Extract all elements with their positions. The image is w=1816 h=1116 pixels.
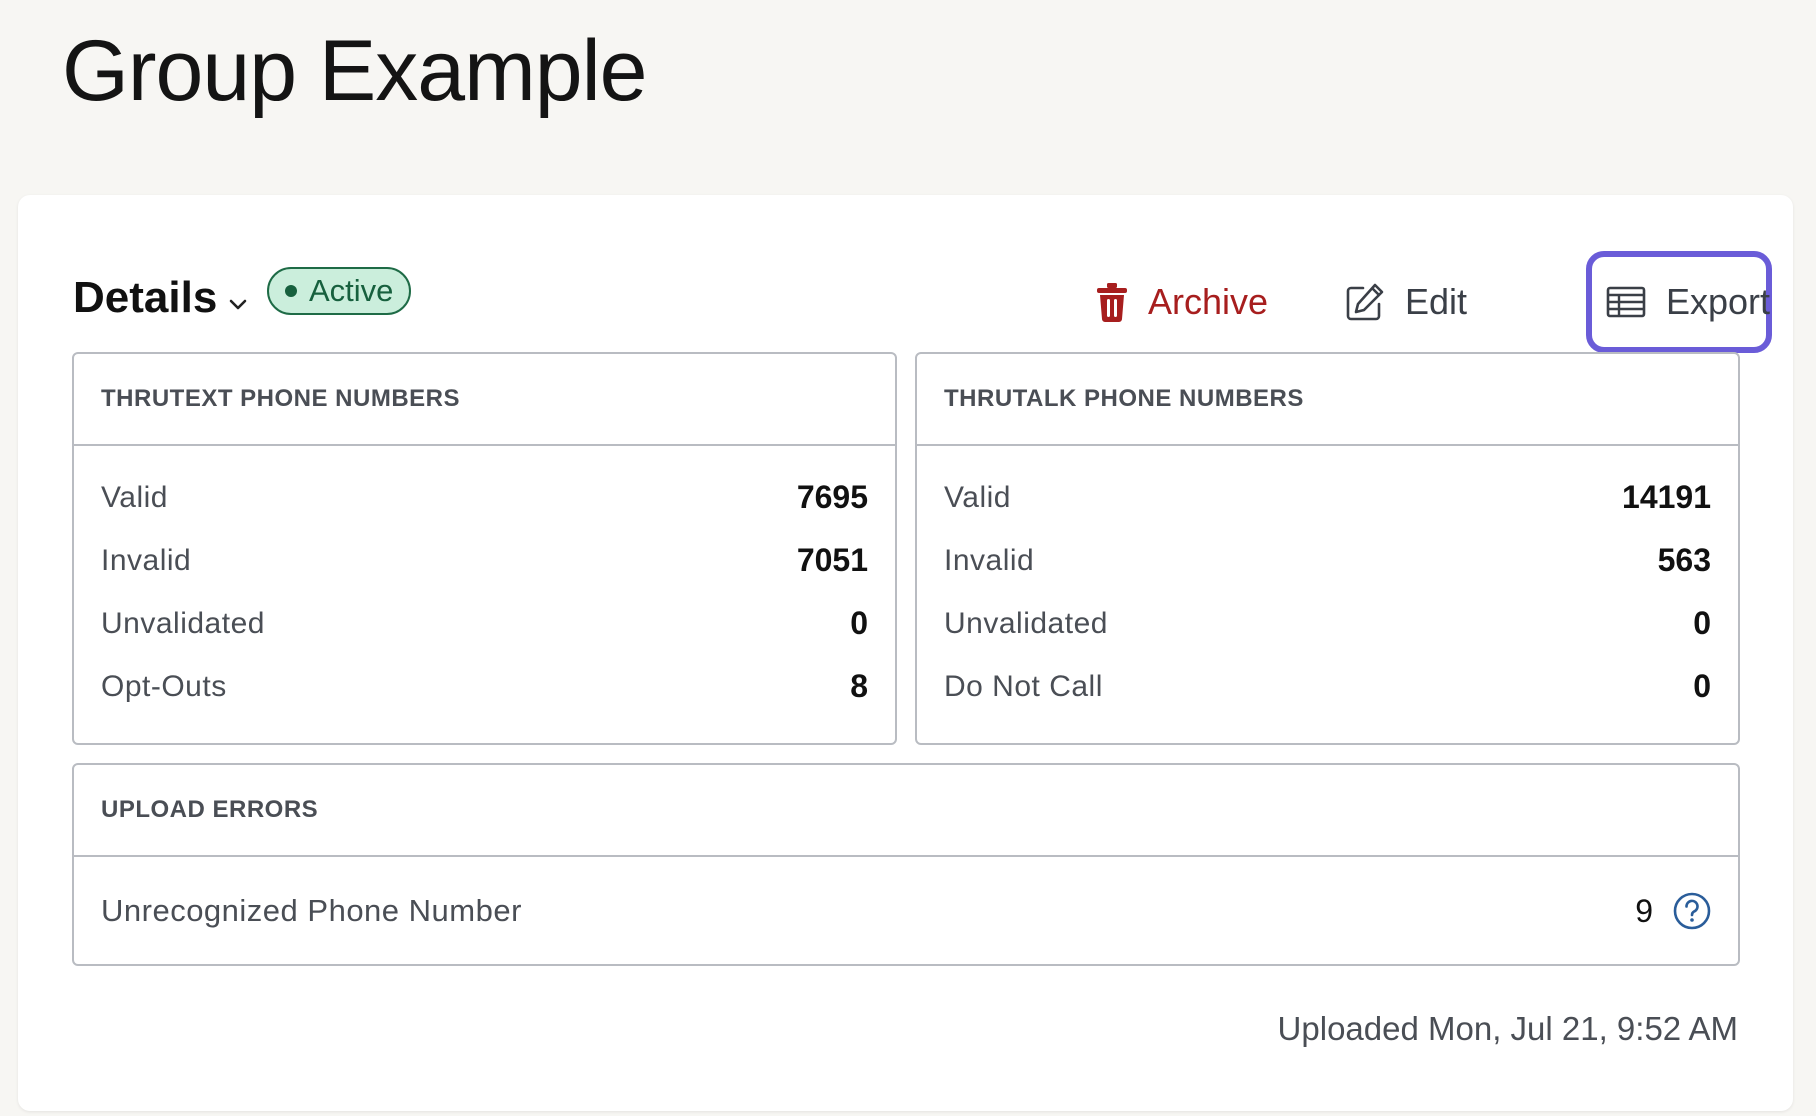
archive-button[interactable]: Archive — [1096, 251, 1268, 353]
table-row: Valid 14191 — [944, 466, 1711, 529]
export-button[interactable]: Export — [1586, 251, 1772, 353]
table-icon — [1606, 286, 1646, 318]
row-label: Valid — [101, 480, 168, 514]
table-row: Do Not Call 0 — [944, 655, 1711, 718]
row-label: Unvalidated — [101, 606, 265, 640]
uploaded-timestamp: Uploaded Mon, Jul 21, 9:52 AM — [1277, 1010, 1738, 1047]
table-row: Opt-Outs 8 — [101, 655, 868, 718]
thrutalk-heading: THRUTALK PHONE NUMBERS — [917, 354, 1738, 446]
row-value: 9 — [1635, 892, 1653, 929]
details-title[interactable]: Details — [73, 273, 217, 323]
upload-errors-panel: UPLOAD ERRORS Unrecognized Phone Number … — [72, 763, 1740, 966]
row-value: 8 — [850, 668, 868, 704]
row-value: 7695 — [796, 479, 868, 515]
table-row: Unrecognized Phone Number 9 — [74, 857, 1738, 965]
chevron-down-icon[interactable] — [225, 291, 251, 317]
row-label: Invalid — [101, 543, 192, 577]
status-dot — [285, 285, 297, 297]
row-value: 0 — [1693, 668, 1711, 704]
details-card: Details Active Archive Edit Export THRUT… — [18, 195, 1793, 1111]
row-label: Unrecognized Phone Number — [101, 893, 522, 928]
question-circle-icon[interactable] — [1673, 892, 1711, 930]
row-value: 0 — [850, 605, 868, 641]
table-row: Unvalidated 0 — [101, 592, 868, 655]
edit-label: Edit — [1405, 281, 1468, 322]
table-row: Invalid 563 — [944, 529, 1711, 592]
details-header: Details Active Archive Edit Export — [73, 251, 1772, 353]
row-label: Unvalidated — [944, 606, 1108, 640]
row-label: Opt-Outs — [101, 669, 227, 703]
table-row: Unvalidated 0 — [944, 592, 1711, 655]
status-badge-label: Active — [309, 273, 394, 308]
archive-label: Archive — [1148, 281, 1269, 322]
row-value: 7051 — [796, 542, 868, 578]
row-value: 0 — [1693, 605, 1711, 641]
page-title: Group Example — [62, 23, 648, 119]
export-label: Export — [1666, 281, 1771, 322]
thrutalk-panel: THRUTALK PHONE NUMBERS Valid 14191 Inval… — [915, 352, 1740, 745]
row-label: Valid — [944, 480, 1011, 514]
pencil-icon — [1346, 283, 1384, 321]
thrutext-panel: THRUTEXT PHONE NUMBERS Valid 7695 Invali… — [72, 352, 897, 745]
row-value: 563 — [1657, 542, 1711, 578]
trash-icon — [1097, 283, 1127, 322]
table-row: Invalid 7051 — [101, 529, 868, 592]
table-row: Valid 7695 — [101, 466, 868, 529]
status-badge: Active — [267, 267, 412, 315]
row-label: Do Not Call — [944, 669, 1103, 703]
upload-errors-heading: UPLOAD ERRORS — [74, 765, 1738, 857]
row-label: Invalid — [944, 543, 1035, 577]
thrutext-heading: THRUTEXT PHONE NUMBERS — [74, 354, 895, 446]
edit-button[interactable]: Edit — [1345, 251, 1467, 353]
row-value: 14191 — [1622, 479, 1711, 515]
